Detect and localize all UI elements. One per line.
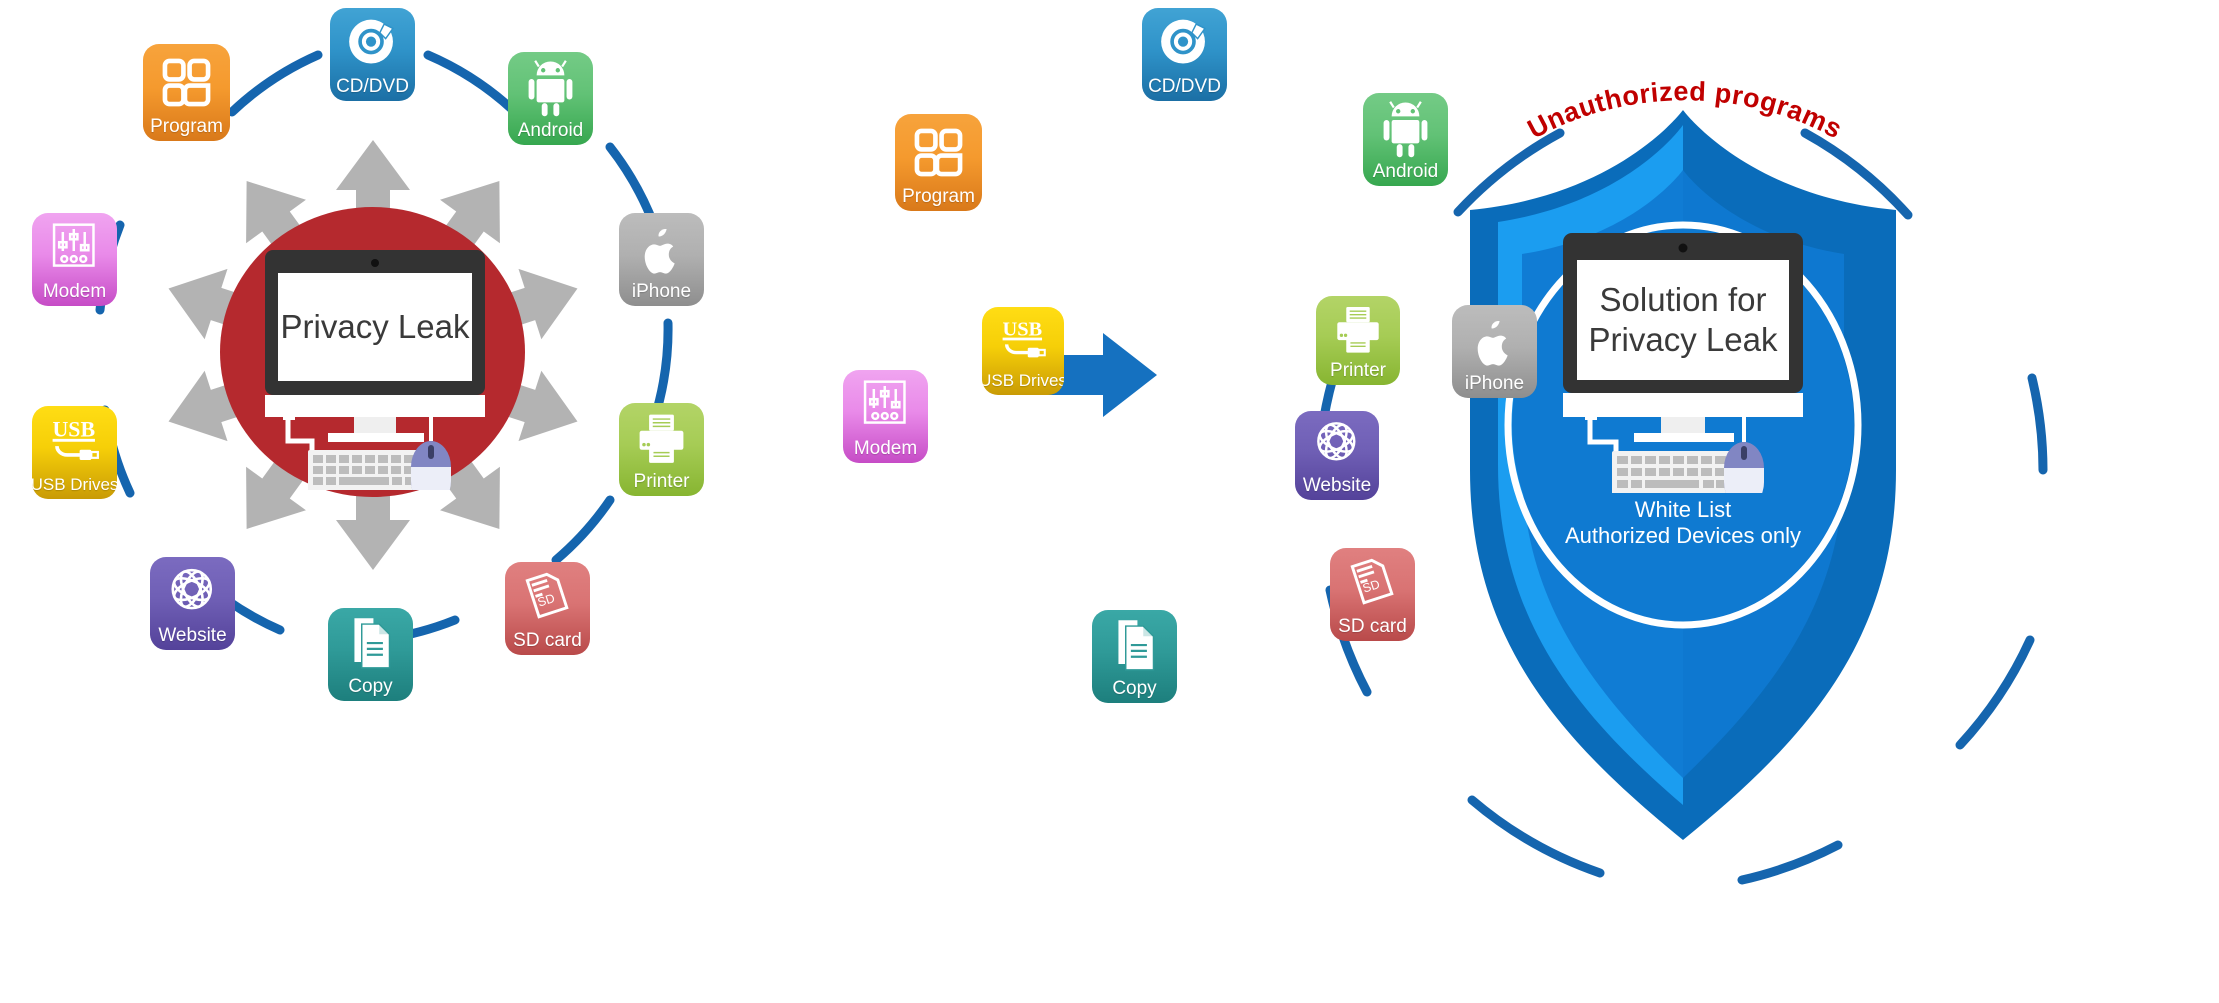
right-node-sdcard-label: SD card bbox=[1338, 616, 1407, 637]
left-node-copy[interactable]: Copy bbox=[328, 608, 413, 701]
apple-icon bbox=[619, 213, 704, 286]
right-node-iphone-label: iPhone bbox=[1464, 373, 1525, 394]
left-center-label: Privacy Leak bbox=[280, 308, 470, 345]
android-icon bbox=[1363, 93, 1448, 166]
right-node-sdcard[interactable]: SD SD card bbox=[1330, 548, 1415, 641]
left-node-usb-label: USB Drives bbox=[32, 475, 117, 494]
left-connector-ring bbox=[95, 50, 673, 645]
left-node-cddvd-label: CD/DVD bbox=[336, 76, 409, 97]
diagram-canvas: Privacy Leak Program CD/DVD Android iPho… bbox=[0, 0, 2219, 1003]
usb-icon: USB bbox=[982, 307, 1064, 375]
cd-dvd-icon bbox=[1142, 8, 1227, 81]
left-node-program[interactable]: Program bbox=[143, 44, 230, 141]
svg-text:USB: USB bbox=[52, 417, 95, 442]
left-node-sdcard[interactable]: SD SD card bbox=[505, 562, 590, 655]
whitelist-caption-line2: Authorized Devices only bbox=[1564, 523, 1801, 548]
right-node-cddvd-label: CD/DVD bbox=[1148, 76, 1221, 97]
left-node-android[interactable]: Android bbox=[508, 52, 593, 145]
sd-card-icon: SD bbox=[505, 562, 590, 635]
leak-arrows bbox=[168, 140, 578, 570]
left-node-iphone-label: iPhone bbox=[631, 281, 692, 302]
right-node-android-label: Android bbox=[1372, 161, 1439, 182]
svg-text:Unauthorized programs: Unauthorized programs bbox=[1523, 76, 1848, 144]
right-node-modem[interactable]: Modem bbox=[843, 370, 928, 463]
left-node-cddvd[interactable]: CD/DVD bbox=[330, 8, 415, 101]
program-icon bbox=[143, 44, 230, 121]
left-node-modem[interactable]: Modem bbox=[32, 213, 117, 306]
printer-icon bbox=[1316, 296, 1400, 365]
cd-dvd-icon bbox=[330, 8, 415, 81]
whitelist-caption-line1: White List bbox=[1634, 497, 1732, 522]
right-node-program-label: Program bbox=[902, 186, 975, 207]
left-node-usb[interactable]: USB USB Drives bbox=[32, 406, 117, 499]
right-node-usb-label: USB Drives bbox=[982, 371, 1064, 390]
right-node-iphone[interactable]: iPhone bbox=[1452, 305, 1537, 398]
android-icon bbox=[508, 52, 593, 125]
right-node-copy-label: Copy bbox=[1112, 678, 1157, 699]
left-node-website[interactable]: Website bbox=[150, 557, 235, 650]
right-node-cddvd[interactable]: CD/DVD bbox=[1142, 8, 1227, 101]
right-node-printer[interactable]: Printer bbox=[1316, 296, 1400, 385]
left-node-sdcard-label: SD card bbox=[513, 630, 582, 651]
unauthorized-programs-text: Unauthorized programs bbox=[1523, 76, 1847, 144]
right-node-website-label: Website bbox=[1302, 475, 1372, 496]
copy-icon bbox=[328, 608, 413, 681]
left-node-program-label: Program bbox=[150, 116, 223, 137]
left-node-modem-label: Modem bbox=[42, 281, 107, 302]
sd-card-icon: SD bbox=[1330, 548, 1415, 621]
right-node-usb[interactable]: USB USB Drives bbox=[982, 307, 1064, 395]
right-node-android[interactable]: Android bbox=[1363, 93, 1448, 186]
left-node-iphone[interactable]: iPhone bbox=[619, 213, 704, 306]
right-node-printer-label: Printer bbox=[1330, 360, 1386, 381]
left-node-website-label: Website bbox=[158, 625, 227, 646]
right-center-label: Solution for Privacy Leak bbox=[1577, 260, 1789, 380]
globe-icon bbox=[1295, 411, 1379, 480]
copy-icon bbox=[1092, 610, 1177, 683]
usb-icon: USB bbox=[32, 406, 117, 479]
whitelist-caption: White List Authorized Devices only bbox=[1543, 497, 1823, 549]
right-center-label-line1: Solution for bbox=[1599, 281, 1767, 318]
printer-icon bbox=[619, 403, 704, 476]
protection-shield bbox=[1470, 110, 1896, 840]
right-connector-ring bbox=[1317, 128, 2048, 885]
right-node-program[interactable]: Program bbox=[895, 114, 982, 211]
globe-icon bbox=[150, 557, 235, 630]
unauthorized-programs-banner: Unauthorized programs bbox=[1523, 76, 1848, 144]
program-icon bbox=[895, 114, 982, 191]
modem-icon bbox=[843, 370, 928, 443]
left-node-copy-label: Copy bbox=[348, 676, 393, 697]
apple-icon bbox=[1452, 305, 1537, 378]
left-node-printer[interactable]: Printer bbox=[619, 403, 704, 496]
right-node-website[interactable]: Website bbox=[1295, 411, 1379, 500]
modem-icon bbox=[32, 213, 117, 286]
svg-text:USB: USB bbox=[1002, 319, 1042, 341]
right-center-label-line2: Privacy Leak bbox=[1588, 321, 1778, 358]
left-node-android-label: Android bbox=[517, 120, 584, 141]
right-node-modem-label: Modem bbox=[853, 438, 918, 459]
right-node-copy[interactable]: Copy bbox=[1092, 610, 1177, 703]
left-node-printer-label: Printer bbox=[633, 471, 690, 492]
